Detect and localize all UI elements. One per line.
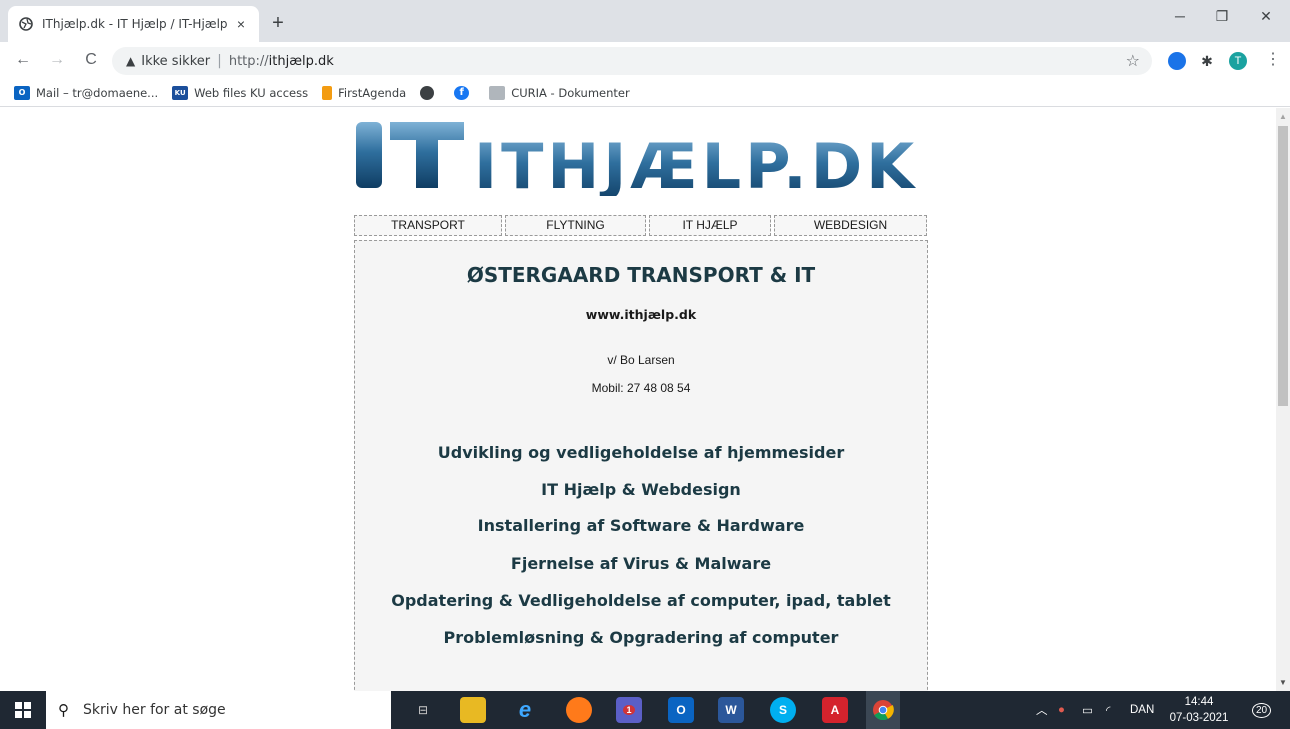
menu-icon[interactable]: ⋮: [1262, 50, 1284, 72]
chrome-icon: [873, 700, 894, 721]
globe-icon: [420, 85, 435, 100]
service-item: Installering af Software & Hardware: [477, 516, 805, 535]
edge-icon[interactable]: e: [512, 697, 538, 723]
url-scheme: http://: [228, 53, 269, 69]
content-box: ØSTERGAARD TRANSPORT & IT www.ithjælp.dk…: [354, 240, 928, 691]
notification-count: 20: [1252, 702, 1272, 718]
bookmark-label: Web files KU access: [194, 85, 309, 100]
acrobat-icon[interactable]: A: [822, 697, 848, 723]
tab-title: IThjælp.dk - IT Hjælp / IT-Hjælp: [42, 17, 228, 31]
bookmark-label: CURIA - Dokumenter: [511, 85, 630, 100]
facebook-icon: f: [454, 85, 470, 100]
service-item: Opdatering & Vedligeholdelse af computer…: [391, 591, 891, 610]
start-button[interactable]: [0, 691, 46, 729]
search-placeholder: Skriv her for at søge: [83, 702, 226, 718]
website-text: www.ithjælp.dk: [585, 307, 697, 322]
phone-text: Mobil: 27 48 08 54: [591, 381, 691, 395]
ku-icon: KU: [172, 85, 189, 100]
date-text: 07-03-2021: [1169, 712, 1229, 724]
profile-avatar[interactable]: T: [1229, 52, 1247, 70]
battery-icon[interactable]: ▭: [1082, 691, 1093, 729]
chrome-taskbar-button[interactable]: [866, 691, 900, 729]
globe-icon: [18, 16, 34, 32]
close-icon[interactable]: ×: [233, 16, 249, 32]
task-view-icon[interactable]: ⊟: [410, 697, 436, 723]
tray-chevron-icon[interactable]: ︿: [1036, 691, 1048, 729]
address-bar[interactable]: ▲ Ikke sikker | http:// ithjælp.dk ☆: [112, 47, 1152, 75]
teams-icon[interactable]: 1: [616, 697, 642, 723]
browser-toolbar: ← → C ▲ Ikke sikker | http:// ithjælp.dk…: [0, 42, 1290, 79]
bookmark-globe[interactable]: [420, 85, 440, 100]
word-icon[interactable]: W: [718, 697, 744, 723]
search-icon: ⚲: [58, 702, 69, 719]
nav-flytning[interactable]: FLYTNING: [505, 215, 646, 236]
bookmark-label: Mail – tr@domaene...: [36, 85, 159, 100]
firefox-icon[interactable]: [566, 697, 592, 723]
windows-icon: [15, 702, 31, 718]
page-viewport: ITHJÆLP.DK TRANSPORT FLYTNING IT HJÆLP W…: [0, 108, 1276, 691]
service-item: IT Hjælp & Webdesign: [541, 480, 741, 499]
firstagenda-icon: [322, 85, 333, 100]
curia-icon: [489, 85, 506, 100]
forward-icon[interactable]: →: [46, 50, 68, 72]
bookmark-label: FirstAgenda: [338, 85, 407, 100]
scrollbar-thumb[interactable]: [1278, 126, 1288, 406]
warning-icon: ▲: [126, 54, 136, 68]
bookmark-curia[interactable]: CURIA - Dokumenter: [489, 85, 630, 100]
extension-icon[interactable]: [1168, 52, 1186, 70]
scroll-down-icon[interactable]: ▼: [1279, 678, 1287, 687]
bookmark-star-icon[interactable]: ☆: [1126, 51, 1140, 70]
taskbar-search[interactable]: ⚲ Skriv her for at søge: [46, 691, 391, 729]
wifi-icon[interactable]: ◜: [1106, 691, 1110, 729]
reload-icon[interactable]: C: [80, 50, 102, 72]
outlook-icon: O: [14, 85, 30, 100]
nav-it-hjaelp[interactable]: IT HJÆLP: [649, 215, 771, 236]
url-host: ithjælp.dk: [268, 53, 334, 69]
puzzle-icon[interactable]: ✱: [1198, 52, 1216, 70]
address-separator: |: [217, 53, 222, 69]
minimize-icon[interactable]: ─: [1160, 8, 1200, 24]
back-icon[interactable]: ←: [12, 50, 34, 72]
bookmark-facebook[interactable]: f: [454, 85, 475, 100]
windows-taskbar: ⚲ Skriv her for at søge ⊟ e 1 O W S A ︿ …: [0, 691, 1290, 729]
owner-text: v/ Bo Larsen: [607, 353, 675, 367]
service-item: Problemløsning & Opgradering af computer: [443, 628, 839, 647]
browser-tab[interactable]: IThjælp.dk - IT Hjælp / IT-Hjælp ×: [8, 6, 259, 42]
tray-app-icon[interactable]: ●: [1058, 691, 1065, 729]
security-label: Ikke sikker: [141, 53, 211, 69]
service-item: Udvikling og vedligeholdelse af hjemmesi…: [437, 443, 845, 462]
close-window-icon[interactable]: ✕: [1246, 8, 1286, 25]
page-scrollbar[interactable]: ▲ ▼: [1276, 108, 1290, 691]
scroll-up-icon[interactable]: ▲: [1279, 112, 1287, 121]
company-title: ØSTERGAARD TRANSPORT & IT: [466, 263, 816, 287]
file-explorer-icon[interactable]: [460, 697, 486, 723]
bookmark-mail[interactable]: O Mail – tr@domaene...: [14, 85, 159, 100]
restore-icon[interactable]: ❐: [1202, 8, 1242, 25]
tab-strip: IThjælp.dk - IT Hjælp / IT-Hjælp × + ─ ❐…: [0, 0, 1290, 42]
service-item: Fjernelse af Virus & Malware: [510, 554, 772, 573]
teams-badge: 1: [623, 705, 635, 715]
nav-webdesign[interactable]: WEBDESIGN: [774, 215, 927, 236]
site-logo[interactable]: ITHJÆLP.DK: [354, 118, 929, 203]
outlook-icon[interactable]: O: [668, 697, 694, 723]
svg-text:ITHJÆLP.DK: ITHJÆLP.DK: [474, 130, 918, 196]
bookmark-ku[interactable]: KU Web files KU access: [172, 85, 309, 100]
new-tab-button[interactable]: +: [266, 12, 290, 36]
language-indicator[interactable]: DAN: [1130, 691, 1154, 729]
bookmark-firstagenda[interactable]: FirstAgenda: [322, 85, 407, 100]
notification-icon[interactable]: 20: [1252, 691, 1272, 729]
time-text: 14:44: [1184, 696, 1214, 708]
bookmarks-bar: O Mail – tr@domaene... KU Web files KU a…: [0, 79, 1290, 107]
skype-icon[interactable]: S: [770, 697, 796, 723]
main-nav: TRANSPORT FLYTNING IT HJÆLP WEBDESIGN: [354, 215, 928, 236]
clock[interactable]: 14:44 07-03-2021: [1166, 694, 1232, 726]
nav-transport[interactable]: TRANSPORT: [354, 215, 502, 236]
